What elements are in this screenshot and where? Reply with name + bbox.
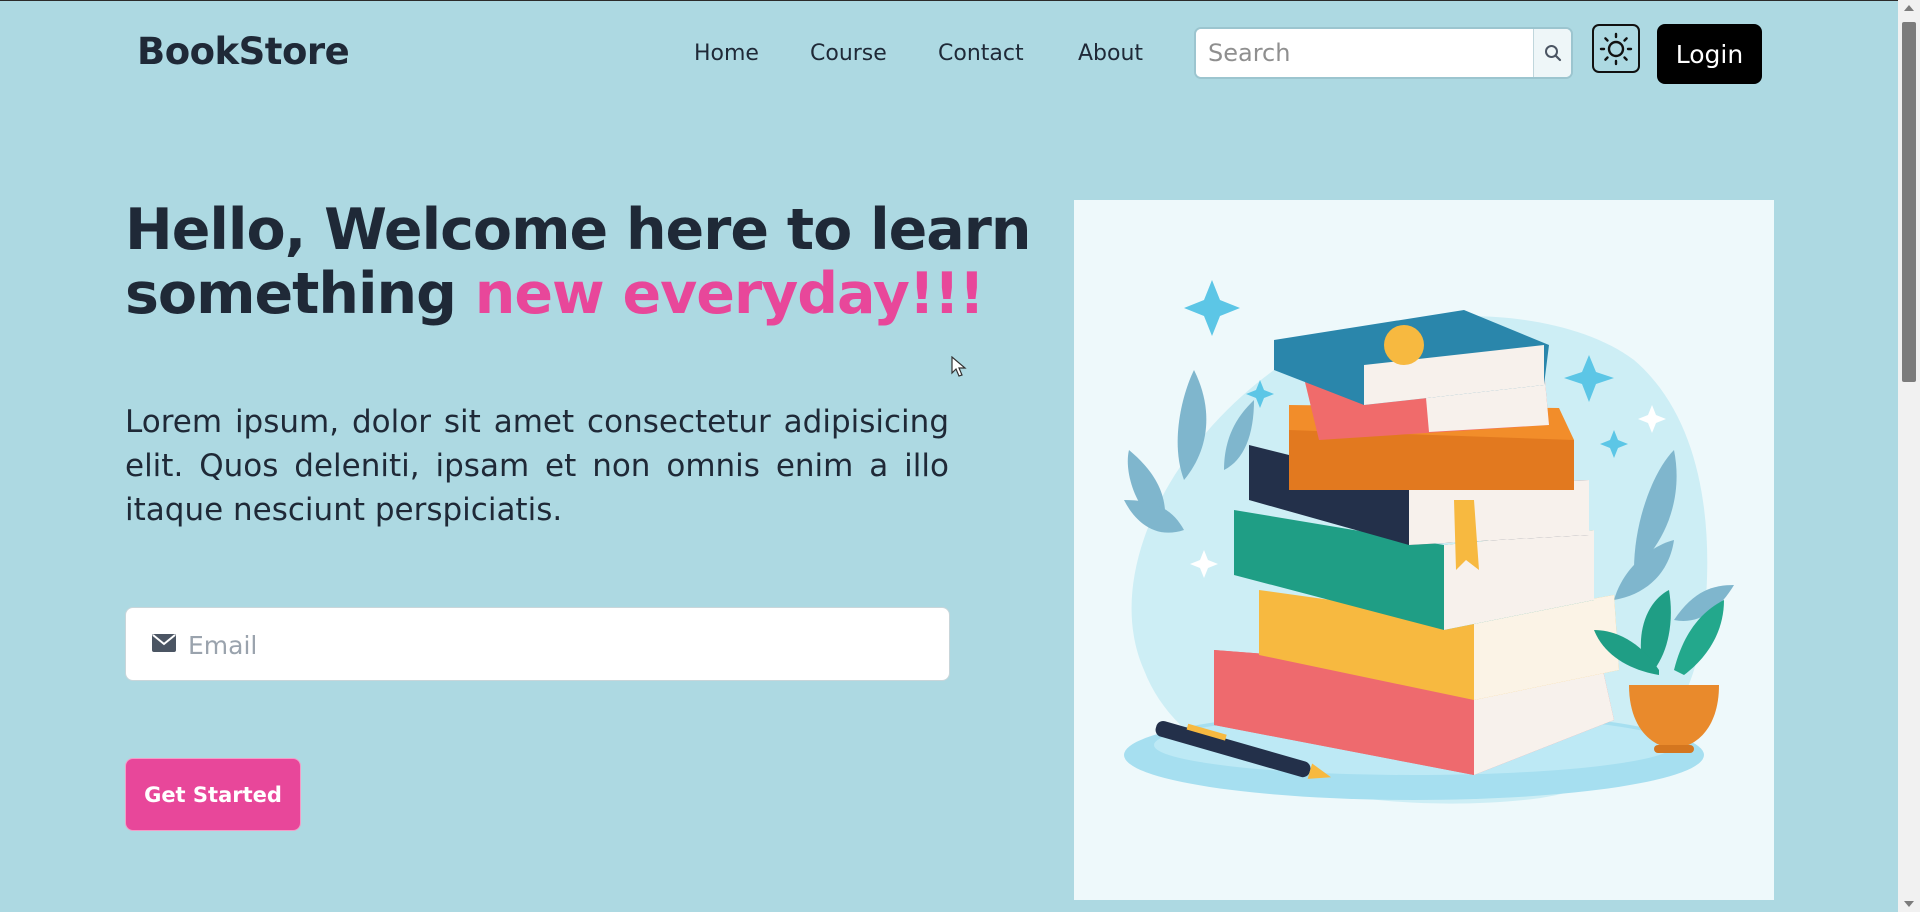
sun-icon [1599,32,1633,65]
email-field-wrapper [125,607,950,682]
nav-course[interactable]: Course [810,41,887,66]
nav-contact[interactable]: Contact [938,41,1024,66]
books-stack-illustration [1074,200,1774,900]
theme-toggle-button[interactable] [1592,24,1640,73]
page-scrollbar[interactable] [1898,0,1920,912]
search-box [1194,27,1573,79]
nav-home[interactable]: Home [694,41,759,66]
search-button[interactable] [1533,29,1571,77]
search-icon [1544,45,1561,62]
headline-line-2: something [125,261,457,327]
scroll-up-icon[interactable] [1904,5,1914,11]
window-top-border [0,0,1920,1]
hero-headline: Hello, Welcome here to learn something n… [125,197,1031,327]
headline-accent: new everyday!!! [474,261,985,327]
get-started-button[interactable]: Get Started [125,758,301,831]
email-field[interactable] [186,608,930,682]
headline-line-1: Hello, Welcome here to learn [125,197,1031,263]
hero-description: Lorem ipsum, dolor sit amet consectetur … [125,404,949,528]
scroll-thumb[interactable] [1902,22,1916,382]
envelope-icon [152,634,176,652]
scroll-down-icon[interactable] [1904,901,1914,907]
mouse-cursor-icon [951,356,967,377]
search-input[interactable] [1196,29,1538,77]
nav-about[interactable]: About [1078,41,1143,66]
login-button[interactable]: Login [1657,24,1762,84]
site-logo[interactable]: BookStore [137,30,350,73]
